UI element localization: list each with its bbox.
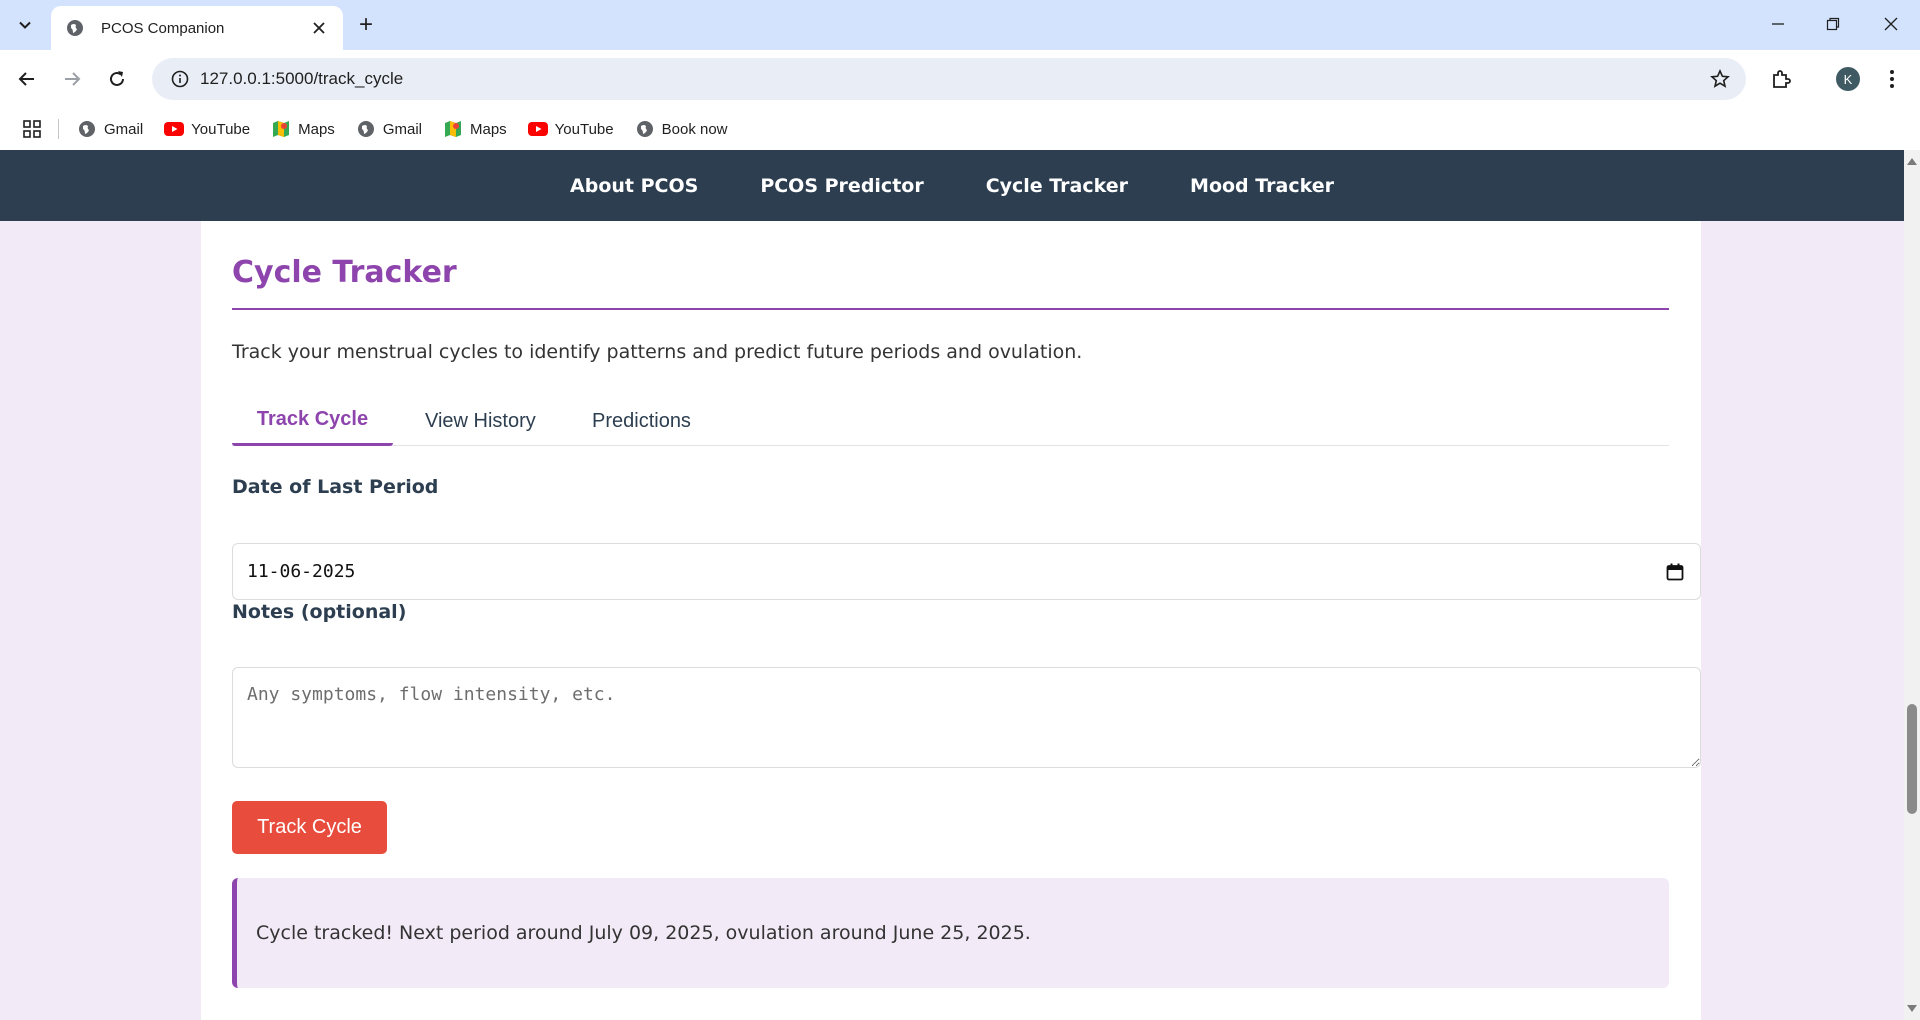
globe-icon: [356, 119, 376, 139]
url-text[interactable]: 127.0.0.1:5000/track_cycle: [200, 69, 1700, 89]
maps-icon: [271, 119, 291, 139]
bookmark-book-now[interactable]: Book now: [635, 119, 728, 139]
nav-link-cycle-tracker[interactable]: Cycle Tracker: [986, 175, 1128, 197]
browser-toolbar: 127.0.0.1:5000/track_cycle K: [0, 50, 1920, 108]
minimize-icon[interactable]: [1758, 8, 1798, 40]
bookmark-youtube[interactable]: YouTube: [527, 119, 614, 139]
maps-icon: [443, 119, 463, 139]
globe-icon: [65, 18, 85, 38]
track-cycle-button[interactable]: Track Cycle: [232, 801, 387, 854]
bookmark-label: Book now: [661, 120, 728, 138]
bookmark-maps[interactable]: Maps: [271, 119, 335, 139]
bookmark-label: Maps: [469, 120, 507, 138]
bookmarks-bar: Gmail YouTube Maps Gmail Maps YouTube Bo…: [0, 108, 1920, 150]
apps-grid-icon[interactable]: [20, 117, 44, 141]
nav-link-pcos-predictor[interactable]: PCOS Predictor: [760, 175, 923, 197]
date-value: 11-06-2025: [247, 561, 356, 582]
youtube-icon: [527, 119, 548, 139]
forward-arrow-icon[interactable]: [54, 61, 90, 97]
notes-label: Notes (optional): [232, 601, 407, 623]
bookmark-label: YouTube: [191, 120, 251, 138]
site-navbar: About PCOS PCOS Predictor Cycle Tracker …: [0, 150, 1904, 221]
tab-predictions[interactable]: Predictions: [592, 396, 691, 446]
chevron-down-icon: [19, 21, 31, 29]
notes-textarea[interactable]: [232, 667, 1701, 768]
tab-title: PCOS Companion: [101, 19, 225, 37]
bookmark-star-icon[interactable]: [1700, 69, 1740, 89]
page-viewport: About PCOS PCOS Predictor Cycle Tracker …: [0, 150, 1904, 1020]
bookmark-maps[interactable]: Maps: [443, 119, 507, 139]
title-divider: [232, 308, 1669, 310]
more-menu-icon[interactable]: [1874, 61, 1910, 97]
bookmark-label: YouTube: [554, 120, 614, 138]
site-info-icon[interactable]: [160, 70, 200, 88]
new-tab-button[interactable]: +: [352, 11, 380, 39]
address-bar[interactable]: 127.0.0.1:5000/track_cycle: [152, 58, 1746, 100]
page-intro: Track your menstrual cycles to identify …: [232, 341, 1083, 363]
restore-icon[interactable]: [1813, 8, 1853, 40]
tab-view-history[interactable]: View History: [425, 396, 536, 446]
back-arrow-icon[interactable]: [9, 61, 45, 97]
page-title: Cycle Tracker: [232, 255, 457, 290]
tab-track-cycle[interactable]: Track Cycle: [232, 396, 393, 446]
nav-link-about-pcos[interactable]: About PCOS: [570, 175, 698, 197]
page-scrollbar[interactable]: [1904, 150, 1920, 1020]
bookmark-gmail[interactable]: Gmail: [77, 119, 143, 139]
globe-icon: [635, 119, 655, 139]
tab-search-button[interactable]: [8, 9, 42, 41]
content-card: Cycle Tracker Track your menstrual cycle…: [201, 221, 1701, 1020]
reload-icon[interactable]: [99, 61, 135, 97]
bookmarks-divider: [58, 119, 59, 139]
bookmark-label: Gmail: [382, 120, 422, 138]
profile-avatar[interactable]: K: [1836, 67, 1860, 91]
scrollbar-thumb[interactable]: [1907, 704, 1917, 814]
close-icon[interactable]: [307, 16, 331, 40]
tab-bar: Track Cycle View History Predictions: [232, 396, 1669, 446]
bookmark-label: Gmail: [104, 120, 144, 138]
nav-link-mood-tracker[interactable]: Mood Tracker: [1190, 175, 1334, 197]
scroll-down-arrow-icon[interactable]: [1907, 1004, 1917, 1014]
browser-tab-strip: PCOS Companion +: [0, 0, 1920, 50]
browser-tab[interactable]: PCOS Companion: [51, 6, 343, 50]
bookmark-label: Maps: [298, 120, 335, 138]
bookmark-gmail[interactable]: Gmail: [356, 119, 422, 139]
youtube-icon: [164, 119, 185, 139]
last-period-date-input[interactable]: 11-06-2025: [232, 543, 1701, 600]
date-label: Date of Last Period: [232, 476, 439, 498]
globe-icon: [77, 119, 97, 139]
bookmark-youtube[interactable]: YouTube: [164, 119, 250, 139]
success-alert: Cycle tracked! Next period around July 0…: [232, 878, 1669, 988]
scroll-up-arrow-icon[interactable]: [1907, 156, 1917, 166]
extensions-icon[interactable]: [1763, 61, 1799, 97]
calendar-icon[interactable]: [1664, 561, 1686, 583]
window-close-icon[interactable]: [1871, 8, 1911, 40]
